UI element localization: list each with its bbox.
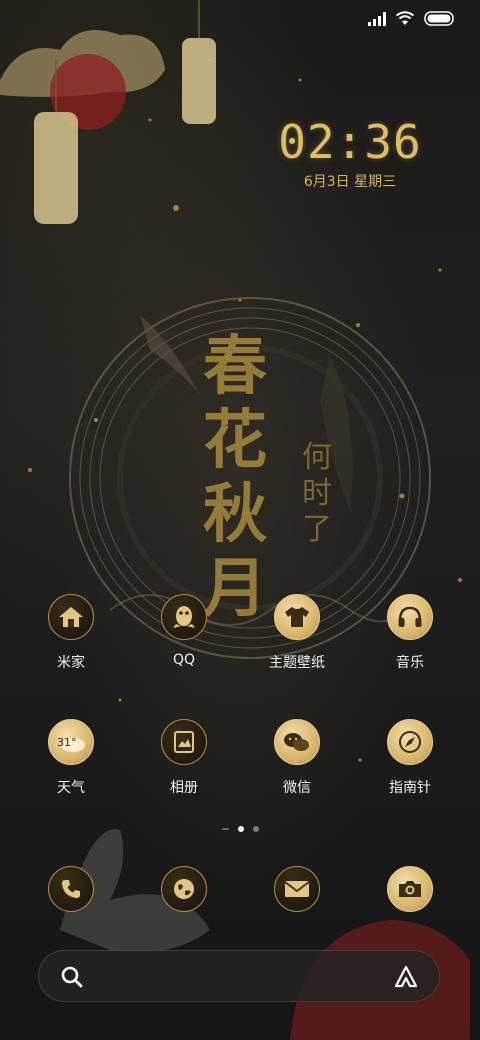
page-dot-active — [237, 826, 244, 832]
chat-icon — [274, 719, 320, 765]
app-compass[interactable]: 指南针 — [355, 719, 465, 797]
search-icon[interactable] — [59, 964, 85, 990]
app-qq[interactable]: QQ — [129, 594, 239, 668]
dock-camera[interactable] — [355, 866, 465, 912]
home-icon — [48, 594, 94, 640]
camera-icon — [387, 866, 433, 912]
app-themes[interactable]: 主题壁纸 — [242, 594, 352, 672]
dock-phone[interactable] — [16, 866, 126, 912]
battery-icon — [424, 11, 454, 26]
search-bar[interactable] — [38, 950, 440, 1002]
app-label: 音乐 — [396, 655, 424, 671]
calligraphy-main: 春花秋月 — [203, 329, 267, 626]
globe-icon — [161, 866, 207, 912]
wifi-icon — [395, 11, 415, 25]
app-weather[interactable]: 31° 天气 — [16, 719, 126, 797]
dock-messages[interactable] — [242, 866, 352, 912]
penguin-icon — [161, 594, 207, 640]
signal-icon — [368, 11, 386, 26]
phone-icon — [48, 866, 94, 912]
page-indicator — [0, 826, 480, 832]
app-gallery[interactable]: 相册 — [129, 719, 239, 797]
headphones-icon — [387, 594, 433, 640]
app-music[interactable]: 音乐 — [355, 594, 465, 672]
status-bar — [0, 0, 480, 40]
compass-icon — [387, 719, 433, 765]
page-dot — [252, 826, 259, 832]
assistant-icon[interactable] — [393, 964, 419, 990]
app-label: 天气 — [57, 780, 85, 796]
clock-time: 02:36 — [278, 115, 422, 169]
home-screen: 春花秋月 何时了 02:36 6月3日 星期三 米家 QQ 主题壁纸 音乐 31… — [0, 0, 480, 1040]
dock-browser[interactable] — [129, 866, 239, 912]
app-label: 微信 — [283, 780, 311, 796]
photo-icon — [161, 719, 207, 765]
app-label: 主题壁纸 — [269, 655, 325, 671]
envelope-icon — [274, 866, 320, 912]
app-label: 指南针 — [389, 780, 431, 796]
app-wechat[interactable]: 微信 — [242, 719, 352, 797]
calligraphy-side: 何时了 — [302, 440, 332, 547]
app-label: QQ — [172, 652, 196, 668]
app-label: 相册 — [170, 780, 198, 796]
page-dot — [221, 828, 229, 830]
weather-temperature: 31° — [57, 736, 77, 749]
app-mijia[interactable]: 米家 — [16, 594, 126, 672]
tshirt-icon — [274, 594, 320, 640]
weather-icon: 31° — [48, 719, 94, 765]
clock-widget[interactable]: 02:36 6月3日 星期三 — [270, 115, 430, 191]
clock-date: 6月3日 星期三 — [303, 174, 397, 190]
app-label: 米家 — [57, 655, 85, 671]
